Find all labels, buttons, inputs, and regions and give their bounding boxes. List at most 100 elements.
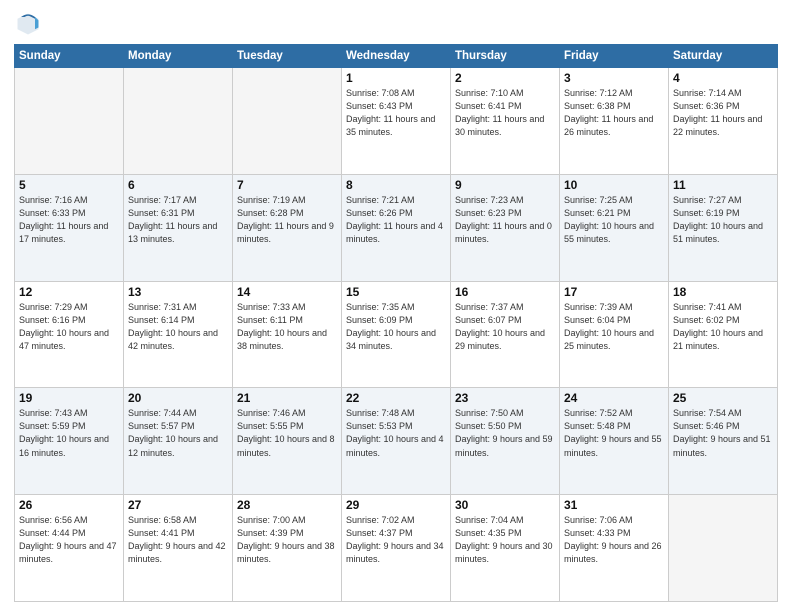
calendar-cell: 21 Sunrise: 7:46 AMSunset: 5:55 PMDayligh… <box>233 388 342 495</box>
day-number: 30 <box>455 498 555 512</box>
calendar-week-row: 19 Sunrise: 7:43 AMSunset: 5:59 PMDayligh… <box>15 388 778 495</box>
calendar-cell: 20 Sunrise: 7:44 AMSunset: 5:57 PMDayligh… <box>124 388 233 495</box>
day-number: 19 <box>19 391 119 405</box>
day-number: 24 <box>564 391 664 405</box>
calendar-cell: 14 Sunrise: 7:33 AMSunset: 6:11 PMDayligh… <box>233 281 342 388</box>
day-info: Sunrise: 7:04 AMSunset: 4:35 PMDaylight:… <box>455 514 555 566</box>
day-info: Sunrise: 7:23 AMSunset: 6:23 PMDaylight:… <box>455 194 555 246</box>
calendar-cell: 12Sunrise: 7:29 AMSunset: 6:16 PMDayligh… <box>15 281 124 388</box>
day-info: Sunrise: 7:14 AMSunset: 6:36 PMDaylight:… <box>673 87 773 139</box>
calendar-cell: 31 Sunrise: 7:06 AMSunset: 4:33 PMDayligh… <box>560 495 669 602</box>
calendar-cell: 22 Sunrise: 7:48 AMSunset: 5:53 PMDayligh… <box>342 388 451 495</box>
weekday-header: Tuesday <box>233 45 342 68</box>
calendar-cell: 10 Sunrise: 7:25 AMSunset: 6:21 PMDayligh… <box>560 174 669 281</box>
day-number: 25 <box>673 391 773 405</box>
day-number: 4 <box>673 71 773 85</box>
calendar-cell: 6Sunrise: 7:17 AMSunset: 6:31 PMDaylight… <box>124 174 233 281</box>
header <box>14 10 778 38</box>
weekday-header-row: SundayMondayTuesdayWednesdayThursdayFrid… <box>15 45 778 68</box>
day-number: 23 <box>455 391 555 405</box>
day-number: 22 <box>346 391 446 405</box>
calendar-table: SundayMondayTuesdayWednesdayThursdayFrid… <box>14 44 778 602</box>
calendar-cell: 28 Sunrise: 7:00 AMSunset: 4:39 PMDayligh… <box>233 495 342 602</box>
day-number: 12 <box>19 285 119 299</box>
weekday-header: Sunday <box>15 45 124 68</box>
calendar-week-row: 26 Sunrise: 6:56 AMSunset: 4:44 PMDayligh… <box>15 495 778 602</box>
weekday-header: Saturday <box>669 45 778 68</box>
calendar-cell: 19 Sunrise: 7:43 AMSunset: 5:59 PMDayligh… <box>15 388 124 495</box>
day-number: 5 <box>19 178 119 192</box>
day-info: Sunrise: 7:50 AMSunset: 5:50 PMDaylight:… <box>455 407 555 459</box>
day-number: 7 <box>237 178 337 192</box>
day-number: 17 <box>564 285 664 299</box>
day-number: 16 <box>455 285 555 299</box>
day-number: 31 <box>564 498 664 512</box>
weekday-header: Monday <box>124 45 233 68</box>
calendar-cell: 25 Sunrise: 7:54 AMSunset: 5:46 PMDayligh… <box>669 388 778 495</box>
calendar-cell: 13Sunrise: 7:31 AMSunset: 6:14 PMDayligh… <box>124 281 233 388</box>
day-info: Sunrise: 7:10 AMSunset: 6:41 PMDaylight:… <box>455 87 555 139</box>
day-number: 27 <box>128 498 228 512</box>
day-number: 18 <box>673 285 773 299</box>
page: SundayMondayTuesdayWednesdayThursdayFrid… <box>0 0 792 612</box>
day-number: 8 <box>346 178 446 192</box>
day-number: 6 <box>128 178 228 192</box>
day-info: Sunrise: 7:44 AMSunset: 5:57 PMDaylight:… <box>128 407 228 459</box>
logo <box>14 10 46 38</box>
calendar-cell: 7 Sunrise: 7:19 AMSunset: 6:28 PMDaylight… <box>233 174 342 281</box>
day-number: 2 <box>455 71 555 85</box>
day-number: 13 <box>128 285 228 299</box>
day-info: Sunrise: 7:02 AMSunset: 4:37 PMDaylight:… <box>346 514 446 566</box>
calendar-cell: 8 Sunrise: 7:21 AMSunset: 6:26 PMDaylight… <box>342 174 451 281</box>
day-info: Sunrise: 7:06 AMSunset: 4:33 PMDaylight:… <box>564 514 664 566</box>
calendar-cell <box>124 68 233 175</box>
day-info: Sunrise: 7:37 AMSunset: 6:07 PMDaylight:… <box>455 301 555 353</box>
calendar-cell <box>233 68 342 175</box>
calendar-cell: 16 Sunrise: 7:37 AMSunset: 6:07 PMDayligh… <box>451 281 560 388</box>
calendar-cell: 5Sunrise: 7:16 AMSunset: 6:33 PMDaylight… <box>15 174 124 281</box>
day-info: Sunrise: 7:25 AMSunset: 6:21 PMDaylight:… <box>564 194 664 246</box>
calendar-week-row: 1 Sunrise: 7:08 AMSunset: 6:43 PMDaylight… <box>15 68 778 175</box>
day-number: 14 <box>237 285 337 299</box>
day-number: 15 <box>346 285 446 299</box>
day-info: Sunrise: 7:41 AMSunset: 6:02 PMDaylight:… <box>673 301 773 353</box>
day-info: Sunrise: 7:27 AMSunset: 6:19 PMDaylight:… <box>673 194 773 246</box>
day-info: Sunrise: 6:56 AMSunset: 4:44 PMDaylight:… <box>19 514 119 566</box>
calendar-cell: 11Sunrise: 7:27 AMSunset: 6:19 PMDayligh… <box>669 174 778 281</box>
day-info: Sunrise: 7:08 AMSunset: 6:43 PMDaylight:… <box>346 87 446 139</box>
day-info: Sunrise: 7:21 AMSunset: 6:26 PMDaylight:… <box>346 194 446 246</box>
calendar-cell: 17 Sunrise: 7:39 AMSunset: 6:04 PMDayligh… <box>560 281 669 388</box>
day-number: 26 <box>19 498 119 512</box>
weekday-header: Friday <box>560 45 669 68</box>
day-info: Sunrise: 7:46 AMSunset: 5:55 PMDaylight:… <box>237 407 337 459</box>
day-number: 1 <box>346 71 446 85</box>
calendar-cell: 29 Sunrise: 7:02 AMSunset: 4:37 PMDayligh… <box>342 495 451 602</box>
day-info: Sunrise: 7:33 AMSunset: 6:11 PMDaylight:… <box>237 301 337 353</box>
day-info: Sunrise: 7:48 AMSunset: 5:53 PMDaylight:… <box>346 407 446 459</box>
calendar-cell: 4 Sunrise: 7:14 AMSunset: 6:36 PMDaylight… <box>669 68 778 175</box>
logo-icon <box>14 10 42 38</box>
weekday-header: Thursday <box>451 45 560 68</box>
day-info: Sunrise: 7:52 AMSunset: 5:48 PMDaylight:… <box>564 407 664 459</box>
calendar-cell: 9 Sunrise: 7:23 AMSunset: 6:23 PMDaylight… <box>451 174 560 281</box>
day-number: 9 <box>455 178 555 192</box>
day-info: Sunrise: 7:54 AMSunset: 5:46 PMDaylight:… <box>673 407 773 459</box>
day-number: 28 <box>237 498 337 512</box>
day-info: Sunrise: 7:43 AMSunset: 5:59 PMDaylight:… <box>19 407 119 459</box>
day-number: 29 <box>346 498 446 512</box>
day-info: Sunrise: 7:00 AMSunset: 4:39 PMDaylight:… <box>237 514 337 566</box>
calendar-cell: 27 Sunrise: 6:58 AMSunset: 4:41 PMDayligh… <box>124 495 233 602</box>
calendar-week-row: 5Sunrise: 7:16 AMSunset: 6:33 PMDaylight… <box>15 174 778 281</box>
day-info: Sunrise: 7:19 AMSunset: 6:28 PMDaylight:… <box>237 194 337 246</box>
calendar-cell: 3Sunrise: 7:12 AMSunset: 6:38 PMDaylight… <box>560 68 669 175</box>
day-number: 21 <box>237 391 337 405</box>
calendar-cell: 18 Sunrise: 7:41 AMSunset: 6:02 PMDayligh… <box>669 281 778 388</box>
calendar-cell <box>669 495 778 602</box>
day-info: Sunrise: 7:35 AMSunset: 6:09 PMDaylight:… <box>346 301 446 353</box>
day-info: Sunrise: 6:58 AMSunset: 4:41 PMDaylight:… <box>128 514 228 566</box>
day-info: Sunrise: 7:39 AMSunset: 6:04 PMDaylight:… <box>564 301 664 353</box>
calendar-cell <box>15 68 124 175</box>
day-number: 10 <box>564 178 664 192</box>
calendar-cell: 2 Sunrise: 7:10 AMSunset: 6:41 PMDaylight… <box>451 68 560 175</box>
day-number: 20 <box>128 391 228 405</box>
